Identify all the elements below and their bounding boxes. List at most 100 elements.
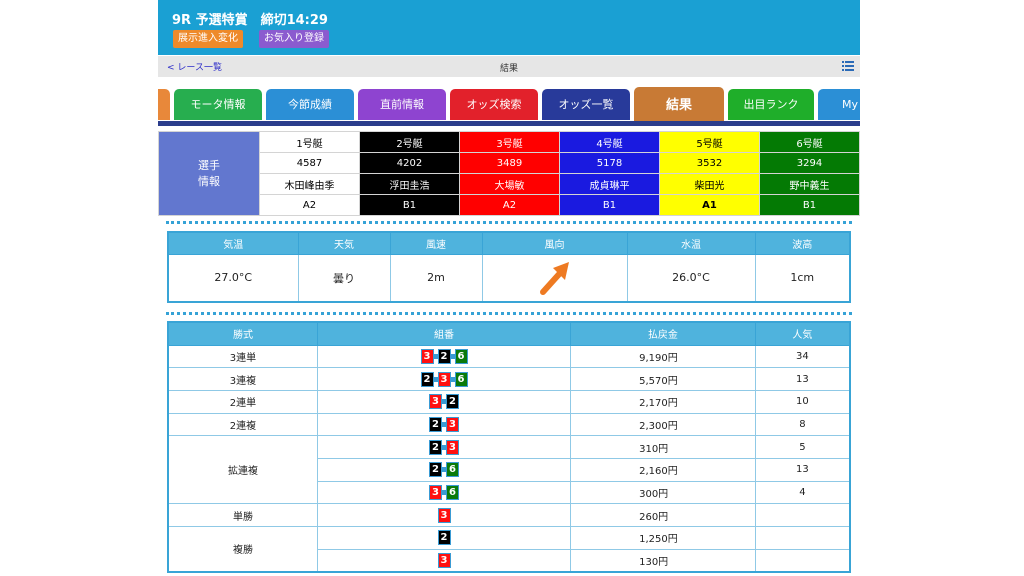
player-row-class: A2 B1 A2 B1 A1 B1: [159, 194, 860, 216]
bet-type-cell: 3連複: [167, 367, 318, 391]
tab-results[interactable]: 結果: [634, 87, 724, 124]
popularity: 10: [754, 389, 851, 414]
wind-direction-cell: [481, 253, 628, 303]
boat-number-badge: 3: [437, 552, 451, 568]
player-info-label: 選手 情報: [158, 131, 260, 216]
popularity: 8: [754, 412, 851, 437]
combination-cell: 326: [316, 344, 572, 369]
bet-type-cell: 3連単: [167, 344, 318, 369]
weather-header: 風速: [389, 231, 483, 255]
weather-value: 27.0°C: [167, 253, 299, 303]
boat-number-badge: 2: [437, 530, 451, 546]
divider: [166, 221, 852, 224]
combination-cell: 236: [316, 367, 572, 391]
player-reg-cell: 3489: [459, 152, 560, 174]
entry-change-button[interactable]: 展示進入変化: [173, 30, 243, 48]
player-row-reg: 4587 4202 3489 5178 3532 3294: [159, 152, 860, 174]
race-title: 9R 予選特賞 締切14:29: [172, 13, 328, 28]
popularity: [754, 548, 851, 573]
bet-type-cell: 拡連複: [167, 435, 318, 505]
payout-header: 人気: [754, 321, 851, 346]
combination-cell: 26: [316, 457, 572, 482]
popularity: 4: [754, 480, 851, 505]
boat-number-badge: 6: [446, 462, 460, 478]
favorite-button[interactable]: お気入り登録: [259, 30, 329, 48]
payout-amount: 130円: [570, 548, 756, 573]
player-name-cell: 浮田圭浩: [359, 173, 460, 195]
weather-value: 26.0°C: [626, 253, 756, 303]
bet-type-cell: 複勝: [167, 525, 318, 573]
popularity: 5: [754, 435, 851, 459]
player-row-name: 木田峰由季 浮田圭浩 大場敏 成貞琳平 柴田光 野中義生: [159, 173, 860, 195]
player-boat-cell: 2号艇: [359, 131, 460, 153]
weather-value: 1cm: [754, 253, 851, 303]
tab-bar: モータ情報 今節成績 直前情報 オッズ検索 オッズ一覧 結果 出目ランク My: [158, 87, 860, 124]
tab-my[interactable]: My: [818, 89, 860, 120]
weather-table: 気温 天気 風速 風向 水温 波高 27.0°C 曇り 2m 26.0°C 1cm: [167, 231, 851, 303]
popularity: 13: [754, 367, 851, 391]
tab-odds-list[interactable]: オッズ一覧: [542, 89, 630, 120]
race-header: 9R 予選特賞 締切14:29 展示進入変化 お気入り登録: [158, 0, 860, 55]
popularity: 13: [754, 457, 851, 482]
popularity: [754, 526, 851, 550]
weather-header: 風向: [481, 231, 628, 255]
player-row-boat: 選手 情報 1号艇 2号艇 3号艇 4号艇 5号艇 6号艇: [158, 131, 860, 216]
menu-icon[interactable]: [842, 60, 854, 72]
player-boat-cell: 5号艇: [659, 131, 760, 153]
tab-odds-search[interactable]: オッズ検索: [450, 89, 538, 120]
player-class-cell: A2: [259, 194, 360, 216]
popularity: 34: [754, 344, 851, 369]
payout-row: 3連単 3 2 6 9,190円 34: [167, 344, 851, 369]
bet-type-cell: 2連複: [167, 412, 318, 437]
payout-header: 組番: [316, 321, 572, 346]
bet-type-cell: 2連単: [167, 389, 318, 414]
weather-value: 2m: [389, 253, 483, 303]
boat-number-badge: 3: [446, 416, 460, 432]
player-class-cell: B1: [359, 194, 460, 216]
player-info-table: 選手 情報 1号艇 2号艇 3号艇 4号艇 5号艇 6号艇 4587 4202 3489 5178 3…: [158, 131, 860, 216]
wind-arrow-icon: [539, 261, 569, 295]
payout-amount: 310円: [570, 435, 756, 459]
combination-cell: 3: [316, 503, 572, 527]
boat-number-badge: 6: [454, 348, 468, 364]
payout-amount: 260円: [570, 503, 756, 527]
payout-amount: 1,250円: [570, 526, 756, 550]
player-name-cell: 柴田光: [659, 173, 760, 195]
payout-amount: 9,190円: [570, 344, 756, 369]
boat-number-badge: 3: [437, 507, 451, 523]
page-title: 結果: [499, 64, 518, 74]
payout-amount: 2,160円: [570, 457, 756, 482]
combination-cell: 32: [316, 389, 572, 414]
player-reg-cell: 3532: [659, 152, 760, 174]
payout-table: 勝式 組番 払戻金 人気 3連単 3 2 6 9,190円 34 3連複 2 3 6 5,570円 13 2連…: [167, 321, 851, 573]
boat-number-badge: 6: [446, 484, 460, 500]
weather-value: 曇り: [297, 253, 391, 303]
payout-row: 2連複 2 3 2,300円 8: [167, 412, 851, 437]
payout-amount: 2,300円: [570, 412, 756, 437]
tab-combo-rank[interactable]: 出目ランク: [728, 89, 814, 120]
player-reg-cell: 5178: [559, 152, 660, 174]
weather-header: 水温: [626, 231, 756, 255]
combination-cell: 3: [316, 548, 572, 573]
tab-previous[interactable]: [158, 89, 170, 120]
payout-row: 2連単 3 2 2,170円 10: [167, 389, 851, 414]
weather-header: 気温: [167, 231, 299, 255]
payout-row: 3連複 2 3 6 5,570円 13: [167, 367, 851, 391]
tab-session-results[interactable]: 今節成績: [266, 89, 354, 120]
player-name-cell: 大場敏: [459, 173, 560, 195]
tab-pre-race-info[interactable]: 直前情報: [358, 89, 446, 120]
tab-underline: [158, 121, 860, 126]
player-boat-cell: 6号艇: [759, 131, 860, 153]
payout-amount: 300円: [570, 480, 756, 505]
player-name-cell: 成貞琳平: [559, 173, 660, 195]
weather-header: 天気: [297, 231, 391, 255]
tab-motor-info[interactable]: モータ情報: [174, 89, 262, 120]
sub-navigation: < レース一覧 結果: [158, 56, 860, 77]
payout-row: 単勝 3 260円: [167, 503, 851, 527]
player-boat-cell: 4号艇: [559, 131, 660, 153]
combination-cell: 36: [316, 480, 572, 505]
app-frame: 9R 予選特賞 締切14:29 展示進入変化 お気入り登録 < レース一覧 結果…: [158, 0, 860, 576]
payout-header: 勝式: [167, 321, 318, 346]
payout-row: 拡連複 2 3 310円 5: [167, 435, 851, 505]
payout-amount: 5,570円: [570, 367, 756, 391]
